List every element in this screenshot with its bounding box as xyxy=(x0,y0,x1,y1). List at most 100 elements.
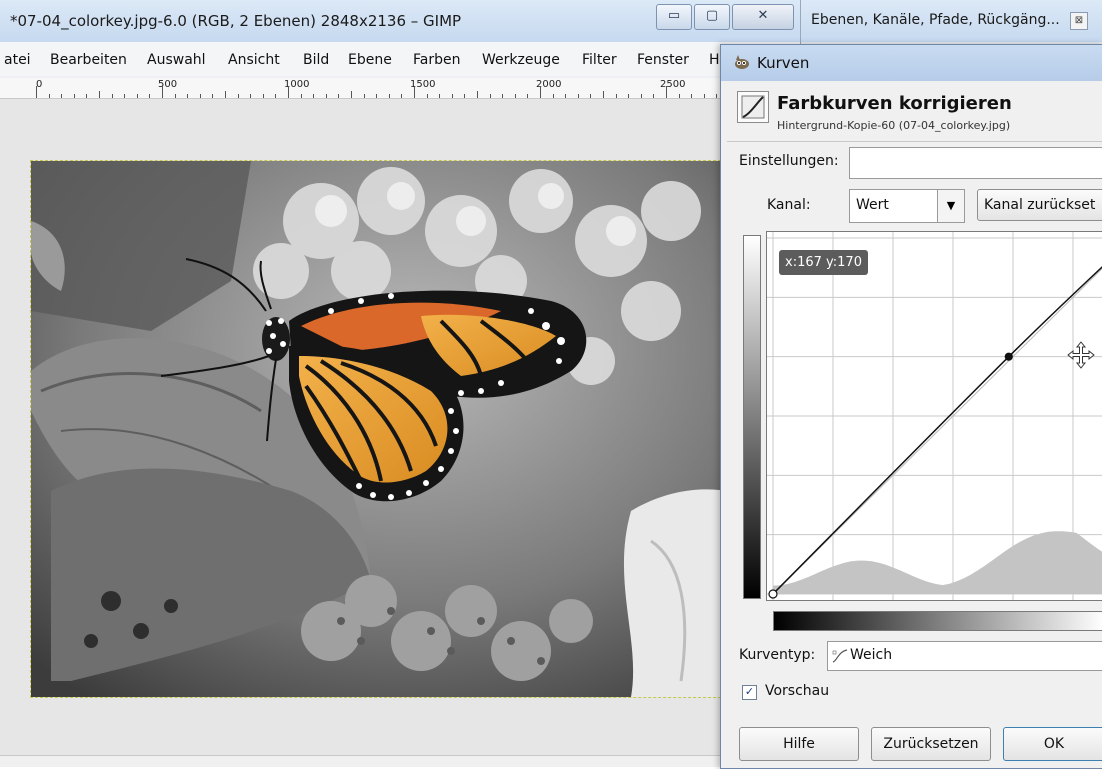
ruler-tick xyxy=(351,91,352,98)
help-button[interactable]: Hilfe xyxy=(739,727,859,761)
ruler-tick xyxy=(452,94,453,98)
ruler-tick xyxy=(124,94,125,98)
preview-checkbox[interactable]: ✓ xyxy=(742,685,757,700)
menu-help[interactable]: H xyxy=(709,52,720,68)
curves-dialog: Kurven Farbkurven korrigieren Hintergrun… xyxy=(720,44,1102,769)
menu-edit[interactable]: Bearbeiten xyxy=(50,52,127,68)
ruler-tick xyxy=(427,94,428,98)
ruler-tick xyxy=(578,94,579,98)
ruler-tick xyxy=(716,94,717,98)
curve-control-point[interactable] xyxy=(768,589,778,599)
curve-type-label: Kurventyp: xyxy=(739,647,816,663)
menu-layer[interactable]: Ebene xyxy=(348,52,392,68)
ruler-tick xyxy=(553,94,554,98)
menu-windows[interactable]: Fenster xyxy=(637,52,689,68)
ruler-tick xyxy=(565,94,566,98)
settings-label: Einstellungen: xyxy=(739,153,839,169)
reset-channel-button[interactable]: Kanal zurückset xyxy=(977,189,1102,221)
ruler-tick xyxy=(502,94,503,98)
menu-image[interactable]: Bild xyxy=(303,52,329,68)
dock-close-icon[interactable]: ⊠ xyxy=(1070,12,1088,30)
horizontal-gradient-bar xyxy=(773,611,1102,631)
ruler-tick xyxy=(590,94,591,98)
channel-value: Wert xyxy=(856,197,889,213)
horizontal-ruler[interactable]: 0 500 1000 1500 2000 2500 xyxy=(0,78,725,99)
ruler-tick xyxy=(275,94,276,98)
dialog-heading: Farbkurven korrigieren xyxy=(777,93,1012,114)
reset-button[interactable]: Zurücksetzen xyxy=(871,727,991,761)
ruler-label: 2500 xyxy=(660,79,686,90)
curve-control-point[interactable] xyxy=(1004,352,1013,361)
ruler-tick xyxy=(527,94,528,98)
ruler-tick xyxy=(225,91,226,98)
ruler-tick xyxy=(238,94,239,98)
ruler-tick xyxy=(74,94,75,98)
ruler-tick xyxy=(376,94,377,98)
ruler-tick xyxy=(666,86,667,98)
gimp-image-window: *07-04_colorkey.jpg-6.0 (RGB, 2 Ebenen) … xyxy=(0,0,800,767)
curve-type-select[interactable]: Weich xyxy=(827,641,1102,671)
ruler-tick xyxy=(162,86,163,98)
ruler-tick xyxy=(313,94,314,98)
ruler-label: 500 xyxy=(158,79,178,90)
ruler-tick xyxy=(515,94,516,98)
ruler-tick xyxy=(86,94,87,98)
curve-graph[interactable] xyxy=(766,231,1102,601)
menu-select[interactable]: Auswahl xyxy=(147,52,206,68)
close-button[interactable]: ✕ xyxy=(732,4,794,30)
ruler-tick xyxy=(149,94,150,98)
status-bar xyxy=(0,755,725,767)
menu-filters[interactable]: Filter xyxy=(582,52,617,68)
menu-file[interactable]: atei xyxy=(4,52,31,68)
ruler-tick xyxy=(200,94,201,98)
window-title: *07-04_colorkey.jpg-6.0 (RGB, 2 Ebenen) … xyxy=(10,12,462,30)
ruler-tick xyxy=(603,91,604,98)
move-cursor-icon xyxy=(1067,341,1095,369)
ruler-tick xyxy=(338,94,339,98)
ok-button[interactable]: OK xyxy=(1003,727,1102,761)
ruler-tick xyxy=(250,94,251,98)
ruler-tick xyxy=(263,94,264,98)
channel-label: Kanal: xyxy=(767,197,811,213)
ruler-tick xyxy=(704,94,705,98)
ruler-tick xyxy=(477,91,478,98)
ruler-tick xyxy=(301,94,302,98)
ruler-tick xyxy=(175,94,176,98)
ruler-tick xyxy=(679,94,680,98)
minimize-button[interactable]: ▭ xyxy=(656,4,692,30)
ruler-tick xyxy=(616,94,617,98)
ruler-tick xyxy=(401,94,402,98)
dialog-subheading: Hintergrund-Kopie-60 (07-04_colorkey.jpg… xyxy=(777,119,1011,132)
ruler-tick xyxy=(137,94,138,98)
curve-canvas[interactable] xyxy=(767,232,1102,600)
ruler-tick xyxy=(490,94,491,98)
menu-tools[interactable]: Werkzeuge xyxy=(482,52,560,68)
maximize-button[interactable]: ▢ xyxy=(694,4,730,30)
ruler-tick xyxy=(61,94,62,98)
divider xyxy=(727,141,1102,142)
ruler-tick xyxy=(288,86,289,98)
dock-title: Ebenen, Kanäle, Pfade, Rückgäng... xyxy=(811,12,1060,28)
ruler-tick xyxy=(212,94,213,98)
ruler-tick xyxy=(364,94,365,98)
menu-colors[interactable]: Farben xyxy=(413,52,460,68)
ruler-tick xyxy=(691,94,692,98)
channel-select[interactable]: Wert ▼ xyxy=(849,189,965,223)
curves-tool-icon xyxy=(737,91,769,123)
ruler-tick xyxy=(36,86,37,98)
butterfly-photo xyxy=(31,161,725,697)
preview-label[interactable]: Vorschau xyxy=(765,683,829,699)
curves-window-title: Kurven xyxy=(757,54,810,72)
curve-type-value: Weich xyxy=(850,647,893,663)
coordinate-readout: x:167 y:170 xyxy=(779,250,868,275)
ruler-tick xyxy=(414,86,415,98)
ruler-tick xyxy=(653,94,654,98)
gimp-wilber-icon xyxy=(735,55,749,69)
menu-view[interactable]: Ansicht xyxy=(228,52,280,68)
chevron-down-icon[interactable]: ▼ xyxy=(937,190,964,222)
vertical-gradient-bar xyxy=(743,235,761,599)
settings-combo[interactable] xyxy=(849,147,1102,179)
image-canvas[interactable] xyxy=(30,160,726,698)
ruler-tick xyxy=(439,94,440,98)
ruler-tick xyxy=(112,94,113,98)
